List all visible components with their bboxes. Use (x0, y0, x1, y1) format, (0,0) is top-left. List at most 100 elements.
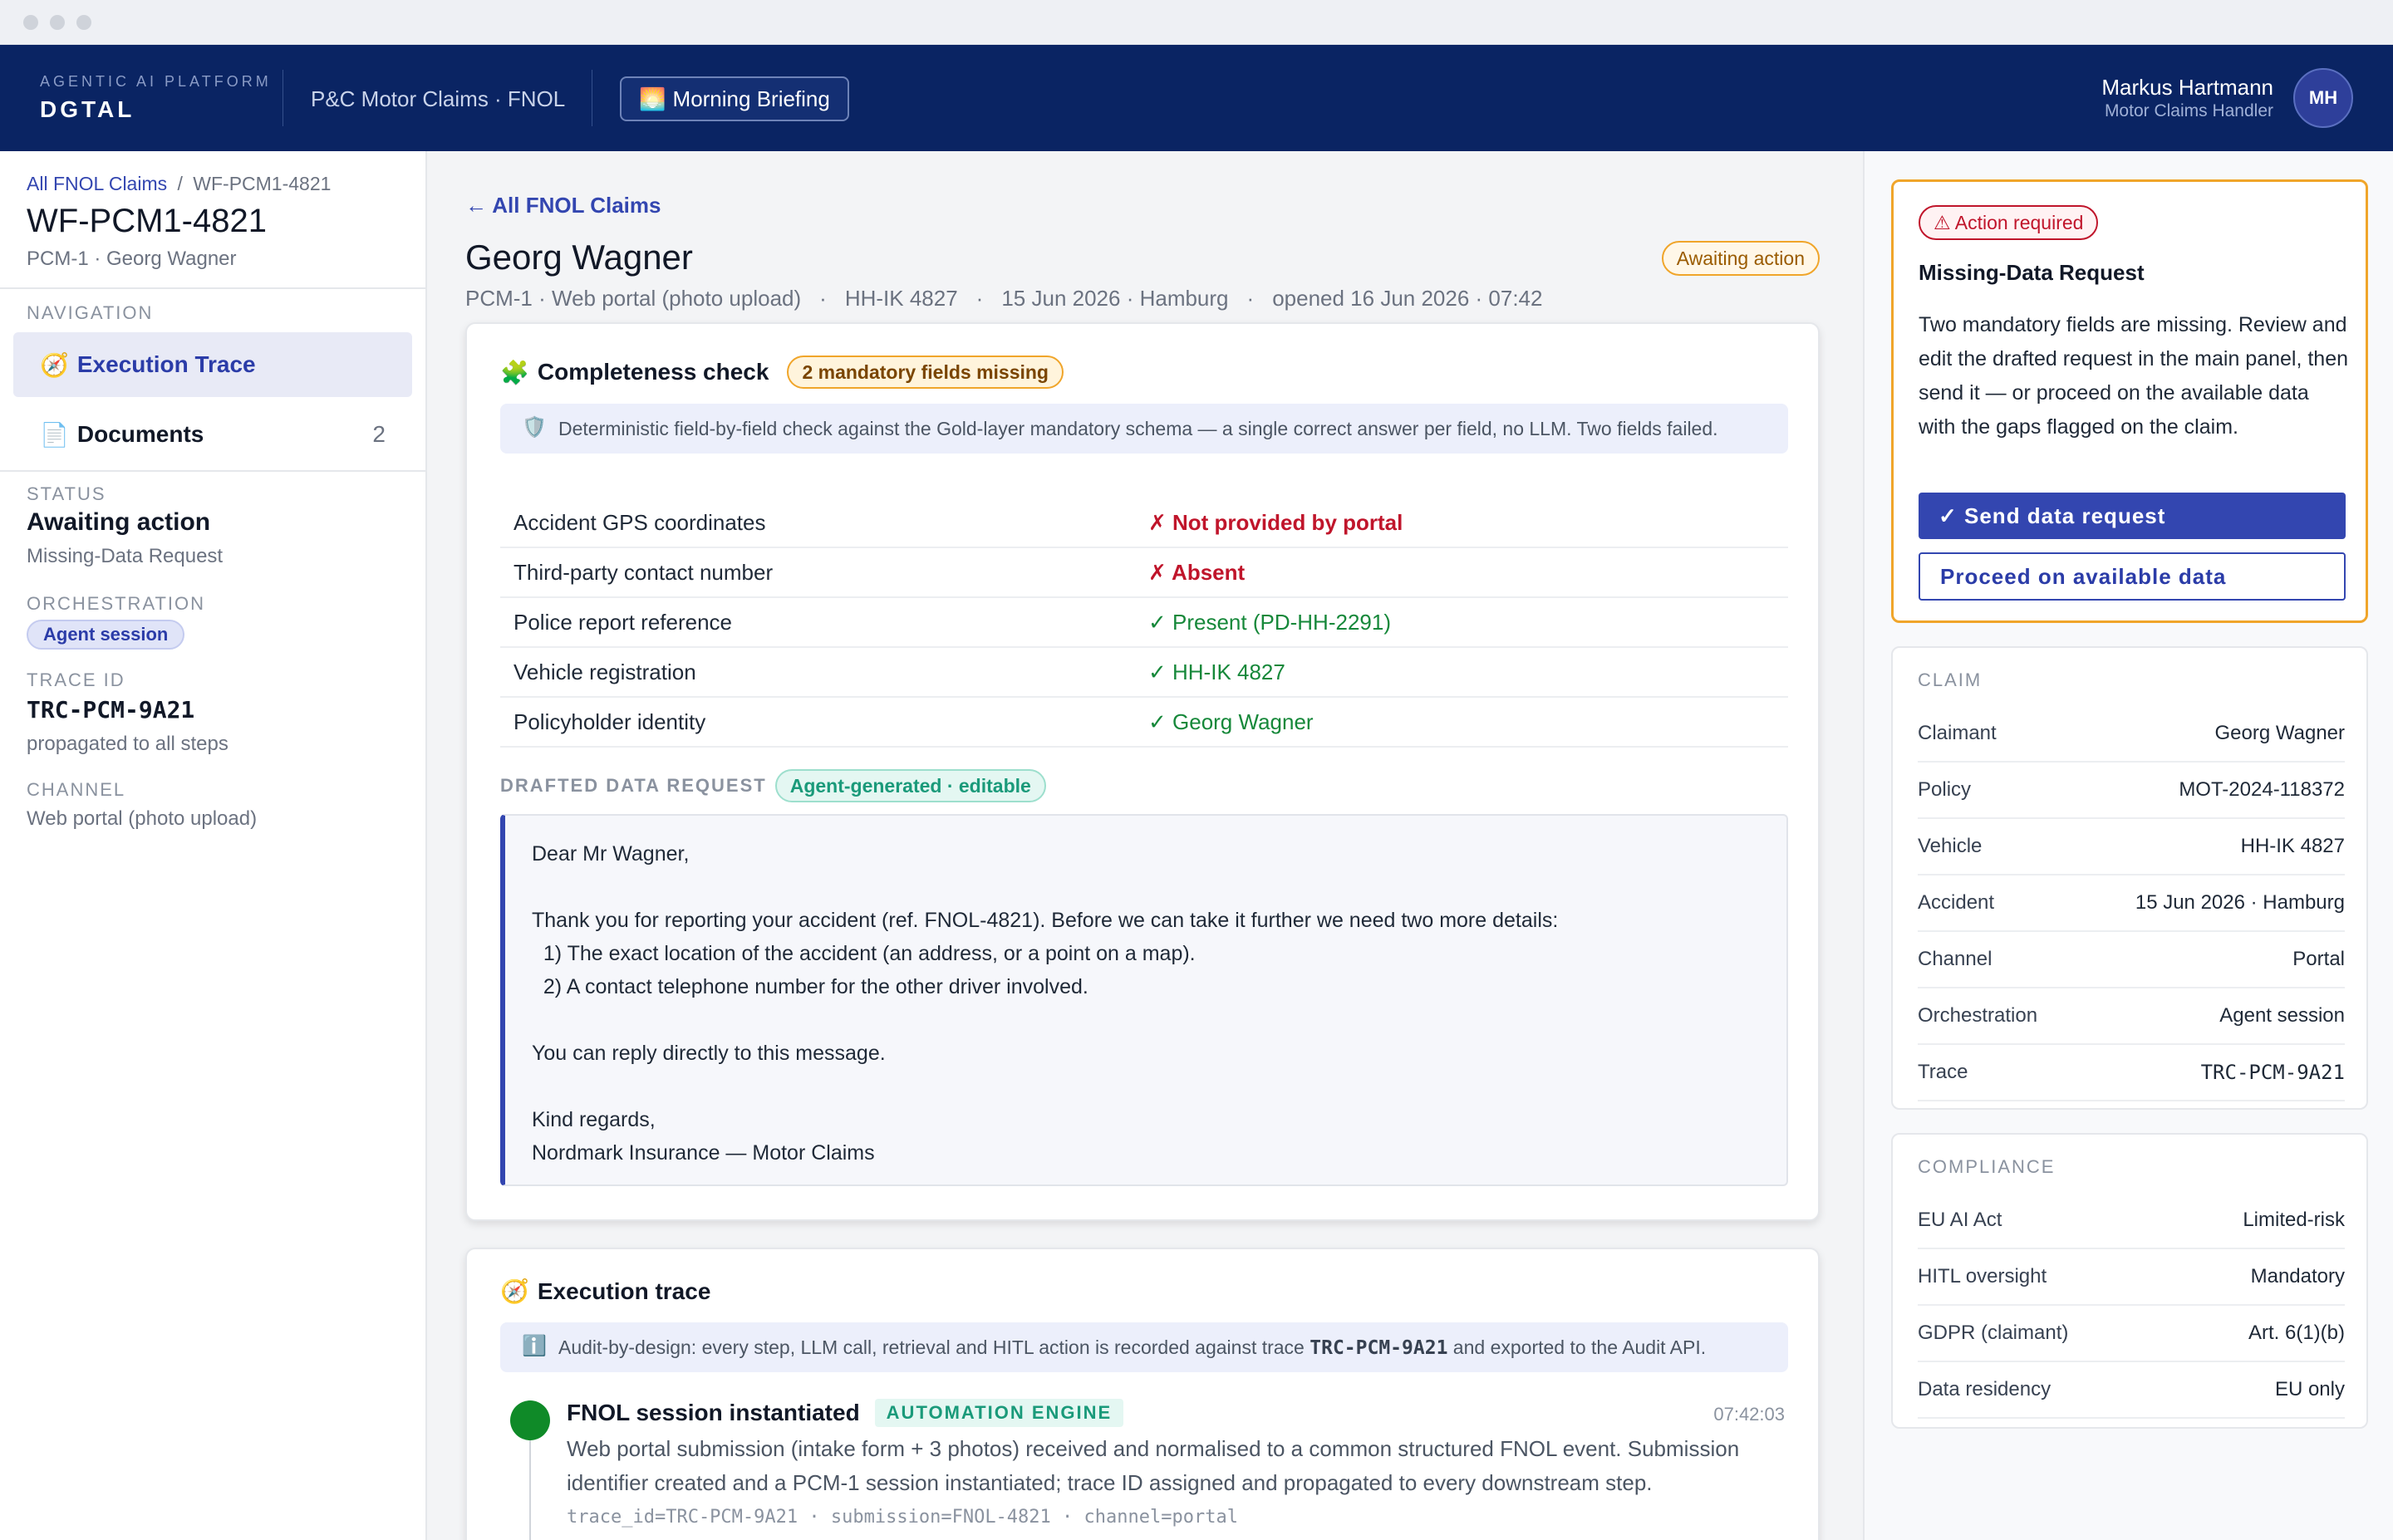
proceed-on-available-data-button[interactable]: Proceed on available data (1919, 552, 2346, 601)
nav-item-label: Execution Trace (76, 351, 256, 377)
claim-meta-source: PCM-1 · Web portal (photo upload) (465, 286, 802, 311)
fields-table: Accident GPS coordinates ✗ Not provided … (500, 498, 1788, 748)
field-label: Police report reference (513, 609, 733, 635)
status-value: Awaiting action (27, 508, 211, 536)
channel-label: CHANNEL (27, 779, 126, 800)
documents-count: 2 (372, 421, 386, 447)
navigation-label: NAVIGATION (27, 302, 154, 323)
compliance-row: GDPR (claimant) Art. 6(1)(b) (1918, 1306, 2345, 1362)
claim-row: Orchestration Agent session (1918, 988, 2345, 1045)
meta-separator: · (819, 286, 827, 311)
breadcrumb-separator: / (177, 173, 183, 194)
morning-briefing-button[interactable]: 🌅 Morning Briefing (620, 76, 849, 121)
compliance-row: HITL oversight Mandatory (1918, 1249, 2345, 1306)
avatar[interactable]: MH (2293, 68, 2353, 128)
claim-key: Trace (1918, 1061, 1968, 1083)
table-row: Vehicle registration ✓ HH-IK 4827 (500, 648, 1788, 698)
right-panel: ⚠ Action required Missing-Data Request T… (1863, 151, 2393, 1540)
claim-rows: Claimant Georg Wagner Policy MOT-2024-1183… (1918, 706, 2345, 1101)
claim-value: 15 Jun 2026 · Hamburg (2135, 891, 2345, 914)
breadcrumb-link-all-claims[interactable]: All FNOL Claims (27, 173, 167, 194)
orchestration-badge: Agent session (27, 620, 185, 650)
channel-value: Web portal (photo upload) (27, 807, 258, 830)
window-dot[interactable] (76, 15, 91, 30)
window-dot[interactable] (23, 15, 38, 30)
compliance-row: Data residency EU only (1918, 1362, 2345, 1419)
action-description: Two mandatory fields are missing. Review… (1919, 313, 2349, 439)
field-label: Policyholder identity (513, 709, 706, 734)
workflow-subtitle: PCM-1 · Georg Wagner (27, 248, 237, 270)
action-required-card: ⚠ Action required Missing-Data Request T… (1891, 179, 2368, 623)
main-panel: ← All FNOL Claims Georg Wagner PCM-1 · W… (427, 151, 1863, 1540)
compliance-value: Mandatory (2250, 1265, 2345, 1287)
compliance-card-label: COMPLIANCE (1918, 1156, 2056, 1177)
platform-label: AGENTIC AI PLATFORM (40, 73, 272, 90)
completeness-check-heading: Completeness check (537, 359, 769, 385)
nav-item-documents[interactable]: 📄 Documents 2 (13, 402, 412, 467)
claim-meta: PCM-1 · Web portal (photo upload) · HH-IK … (465, 286, 1542, 311)
claim-row: Accident 15 Jun 2026 · Hamburg (1918, 875, 2345, 932)
compliance-card: COMPLIANCE EU AI Act Limited-risk HITL ov… (1891, 1133, 2368, 1429)
step-timestamp: 07:42:03 (1713, 1404, 1785, 1425)
user-role: Motor Claims Handler (2104, 101, 2273, 120)
sunrise-icon: 🌅 (639, 86, 666, 111)
claim-key: Claimant (1918, 722, 1997, 744)
field-label: Vehicle registration (513, 659, 696, 684)
table-row: Policyholder identity ✓ Georg Wagner (500, 698, 1788, 748)
compliance-rows: EU AI Act Limited-risk HITL oversight Mand… (1918, 1193, 2345, 1419)
info-icon: ℹ️ (522, 1335, 547, 1357)
audit-info-trace-id: TRC-PCM-9A21 (1310, 1337, 1448, 1359)
table-row: Accident GPS coordinates ✗ Not provided … (500, 498, 1788, 548)
timeline-line (529, 1440, 531, 1540)
compliance-row: EU AI Act Limited-risk (1918, 1193, 2345, 1249)
execution-trace-title: 🧭 Execution trace (500, 1278, 710, 1305)
agent-generated-badge: Agent-generated · editable (774, 769, 1046, 802)
field-value: ✗ Not provided by portal (1148, 509, 1403, 535)
window-dot[interactable] (50, 15, 65, 30)
user-name: Markus Hartmann (2101, 75, 2273, 100)
claim-meta-vehicle: HH-IK 4827 (844, 286, 958, 311)
brand-logo[interactable]: DGTAL (40, 96, 135, 123)
completeness-check-title: 🧩 Completeness check 2 mandatory fields … (500, 356, 1064, 389)
claim-key: Policy (1918, 778, 1972, 801)
claim-value: HH-IK 4827 (2240, 835, 2345, 857)
nav-item-execution-trace[interactable]: 🧭 Execution Trace (13, 332, 412, 397)
product-name: P&C Motor Claims · FNOL (311, 86, 566, 111)
claim-value: Agent session (2219, 1004, 2345, 1027)
completeness-info-box: 🛡️ Deterministic field-by-field check ag… (500, 404, 1788, 454)
window-chrome (0, 0, 2393, 45)
puzzle-icon: 🧩 (500, 359, 529, 385)
status-badge: Awaiting action (1661, 241, 1820, 276)
claim-card-label: CLAIM (1918, 669, 1983, 690)
step-title: FNOL session instantiated AUTOMATION ENG… (567, 1399, 1124, 1427)
missing-fields-badge: 2 mandatory fields missing (787, 356, 1064, 389)
status-subtitle: Missing-Data Request (27, 545, 224, 567)
claim-key: Vehicle (1918, 835, 1983, 857)
audit-info-box: ℹ️ Audit-by-design: every step, LLM call… (500, 1322, 1788, 1372)
morning-briefing-label: Morning Briefing (672, 86, 830, 111)
left-sidebar: All FNOL Claims / WF-PCM1-4821 WF-PCM1-4… (0, 151, 427, 1540)
completeness-info-text: Deterministic field-by-field check again… (558, 418, 1718, 439)
claim-card: CLAIM Claimant Georg Wagner Policy MOT-202… (1891, 646, 2368, 1110)
field-value: ✗ Absent (1148, 559, 1246, 585)
automation-engine-badge: AUTOMATION ENGINE (874, 1399, 1124, 1427)
send-data-request-button[interactable]: ✓ Send data request (1919, 493, 2346, 539)
compliance-key: HITL oversight (1918, 1265, 2047, 1287)
back-link-all-claims[interactable]: ← All FNOL Claims (465, 193, 661, 218)
compliance-value: Art. 6(1)(b) (2248, 1322, 2345, 1344)
claim-value: TRC-PCM-9A21 (2200, 1061, 2345, 1084)
audit-info-prefix: Audit-by-design: every step, LLM call, r… (558, 1336, 1310, 1358)
step-title-text: FNOL session instantiated (567, 1400, 860, 1425)
nav-item-label: Documents (76, 421, 204, 447)
drafted-request-editor[interactable]: Dear Mr Wagner, Thank you for reporting … (500, 814, 1788, 1186)
compliance-key: GDPR (claimant) (1918, 1322, 2069, 1344)
claim-row: Policy MOT-2024-118372 (1918, 763, 2345, 819)
timeline-dot (510, 1400, 550, 1440)
field-value: ✓ Present (PD-HH-2291) (1148, 609, 1391, 635)
claim-value: Portal (2292, 948, 2345, 970)
drafted-request-heading: DRAFTED DATA REQUEST (500, 775, 767, 796)
step-description: Web portal submission (intake form + 3 p… (567, 1436, 1740, 1495)
audit-info-suffix: and exported to the Audit API. (1447, 1336, 1707, 1358)
claim-value: Georg Wagner (2214, 722, 2345, 744)
divider (0, 287, 427, 289)
